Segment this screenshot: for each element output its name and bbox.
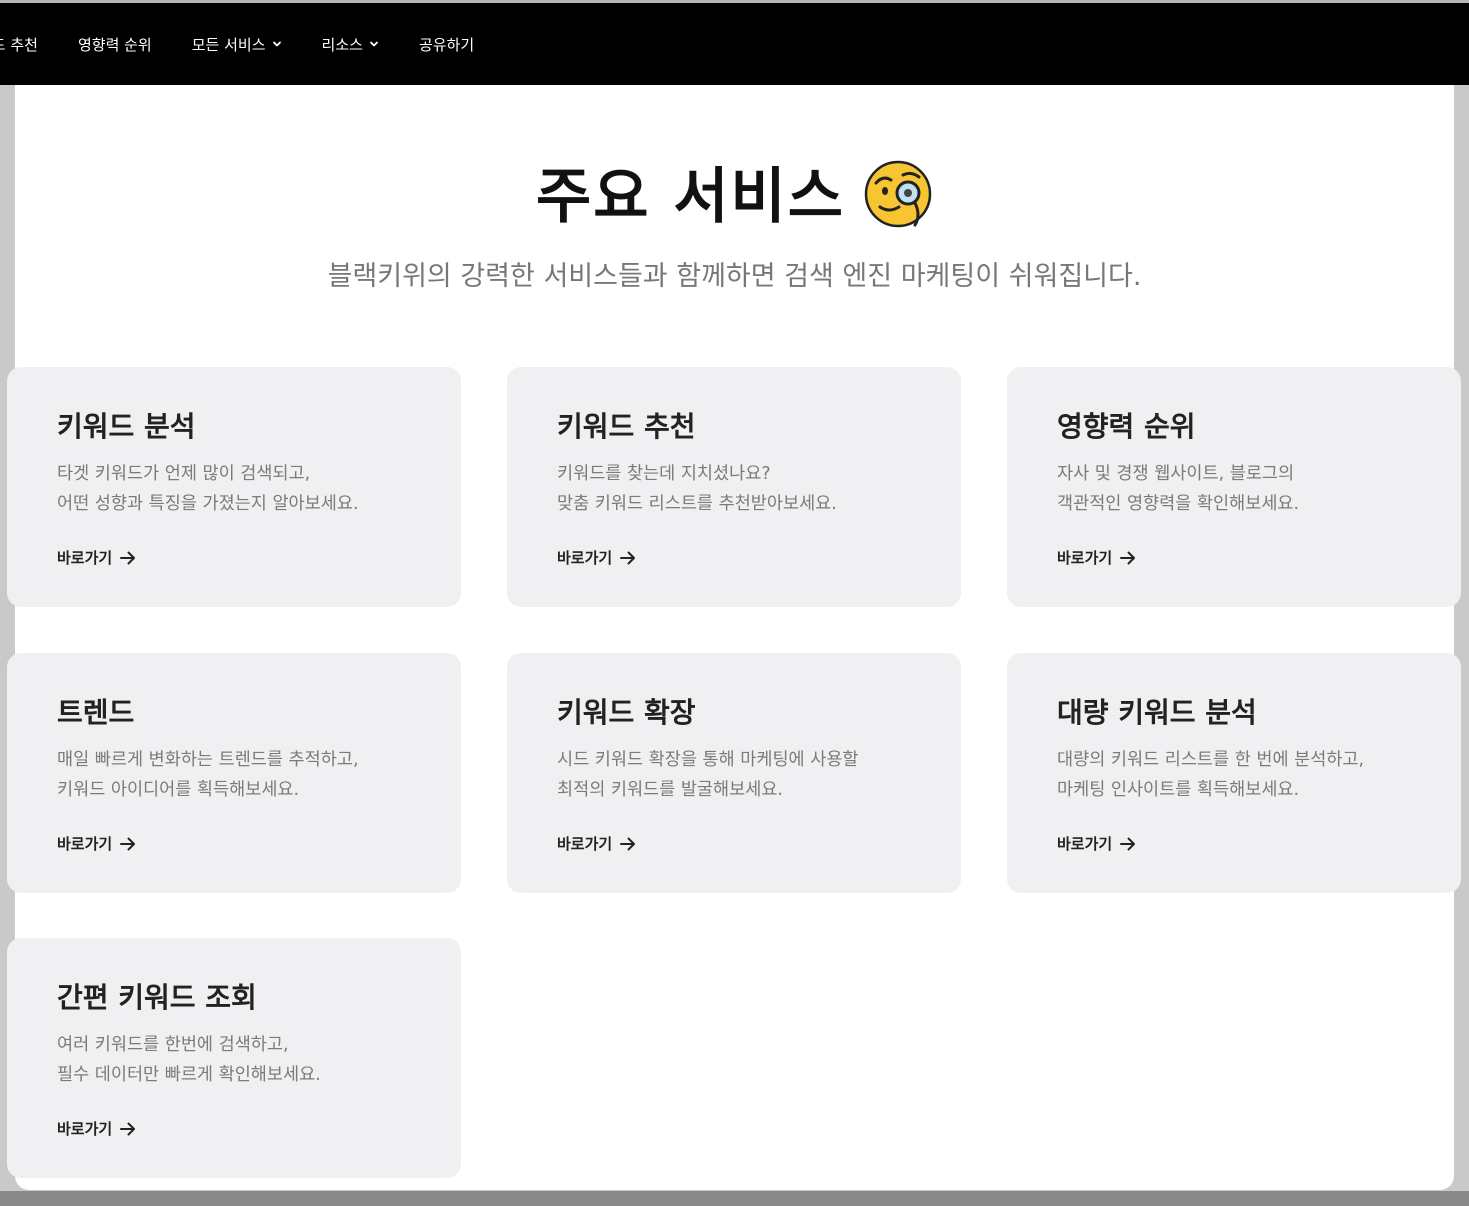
card-description: 자사 및 경쟁 웹사이트, 블로그의 객관적인 영향력을 확인해보세요. bbox=[1057, 464, 1300, 514]
nav-item-label: 모든 서비스 bbox=[191, 35, 266, 54]
bottom-edge bbox=[0, 1191, 1469, 1206]
go-link[interactable]: 바로가기 bbox=[57, 833, 136, 854]
nav-item-label: 영향력 순위 bbox=[77, 35, 152, 54]
card-title: 키워드 분석 bbox=[57, 410, 196, 443]
nav-item-all-services[interactable]: 모든 서비스 bbox=[192, 34, 282, 55]
card-description: 여러 키워드를 한번에 검색하고, 필수 데이터만 빠르게 확인해보세요. bbox=[57, 1035, 321, 1085]
nav-item-label: 리소스 bbox=[321, 35, 363, 54]
go-link-label: 바로가기 bbox=[57, 1120, 113, 1138]
go-link[interactable]: 바로가기 bbox=[557, 833, 636, 854]
go-link[interactable]: 바로가기 bbox=[57, 1118, 136, 1139]
section-title-text: 주요 서비스 bbox=[536, 162, 845, 232]
nav-item-share[interactable]: 공유하기 bbox=[419, 34, 474, 55]
card-description: 대량의 키워드 리스트를 한 번에 분석하고, 마케팅 인사이트를 획득해보세요… bbox=[1057, 750, 1365, 800]
card-title: 트렌드 bbox=[57, 696, 135, 729]
go-link-label: 바로가기 bbox=[557, 835, 613, 853]
card-title: 영향력 순위 bbox=[1057, 410, 1196, 443]
go-link-label: 바로가기 bbox=[557, 549, 613, 567]
nav-item-label: 워드 추천 bbox=[0, 35, 38, 54]
service-card-influence-rank[interactable]: 영향력 순위 자사 및 경쟁 웹사이트, 블로그의 객관적인 영향력을 확인해보… bbox=[1007, 367, 1461, 607]
card-title: 간편 키워드 조회 bbox=[57, 981, 257, 1014]
chevron-down-icon bbox=[272, 41, 281, 47]
arrow-right-icon bbox=[1120, 837, 1136, 850]
service-card-keyword-analysis[interactable]: 키워드 분석 타겟 키워드가 언제 많이 검색되고, 어떤 성향과 특징을 가졌… bbox=[7, 367, 461, 607]
service-card-quick-keyword-lookup[interactable]: 간편 키워드 조회 여러 키워드를 한번에 검색하고, 필수 데이터만 빠르게 … bbox=[7, 938, 461, 1178]
arrow-right-icon bbox=[120, 1122, 136, 1135]
arrow-right-icon bbox=[620, 837, 636, 850]
nav-menu: 워드 추천 영향력 순위 모든 서비스 리소스 공유하기 bbox=[0, 3, 514, 85]
section-title: 주요 서비스 bbox=[0, 148, 1469, 235]
go-link[interactable]: 바로가기 bbox=[1057, 547, 1136, 568]
arrow-right-icon bbox=[120, 551, 136, 564]
card-title: 키워드 확장 bbox=[557, 696, 696, 729]
card-description: 매일 빠르게 변화하는 트렌드를 추적하고, 키워드 아이디어를 획득해보세요. bbox=[57, 750, 359, 800]
nav-item-label: 공유하기 bbox=[418, 35, 475, 54]
nav-item-resources[interactable]: 리소스 bbox=[322, 34, 379, 55]
card-description: 타겟 키워드가 언제 많이 검색되고, 어떤 성향과 특징을 가졌는지 알아보세… bbox=[57, 464, 359, 514]
face-with-monocle-icon bbox=[863, 159, 933, 229]
chevron-down-icon bbox=[370, 41, 378, 47]
go-link[interactable]: 바로가기 bbox=[557, 547, 636, 568]
arrow-right-icon bbox=[620, 551, 636, 564]
arrow-right-icon bbox=[120, 837, 136, 850]
nav-item-keyword-recommend[interactable]: 워드 추천 bbox=[0, 34, 38, 55]
service-card-keyword-recommend[interactable]: 키워드 추천 키워드를 찾는데 지치셨나요? 맞춤 키워드 리스트를 추천받아보… bbox=[507, 367, 961, 607]
go-link-label: 바로가기 bbox=[1057, 835, 1113, 853]
go-link-label: 바로가기 bbox=[1057, 549, 1113, 567]
service-card-bulk-keyword-analysis[interactable]: 대량 키워드 분석 대량의 키워드 리스트를 한 번에 분석하고, 마케팅 인사… bbox=[1007, 653, 1461, 893]
arrow-right-icon bbox=[1120, 551, 1136, 564]
card-title: 키워드 추천 bbox=[557, 410, 696, 443]
go-link[interactable]: 바로가기 bbox=[57, 547, 136, 568]
top-navigation-bar: 워드 추천 영향력 순위 모든 서비스 리소스 공유하기 bbox=[0, 0, 1469, 85]
go-link-label: 바로가기 bbox=[57, 835, 113, 853]
card-description: 시드 키워드 확장을 통해 마케팅에 사용할 최적의 키워드를 발굴해보세요. bbox=[557, 750, 859, 800]
go-link-label: 바로가기 bbox=[57, 549, 113, 567]
section-subtitle: 블랙키위의 강력한 서비스들과 함께하면 검색 엔진 마케팅이 쉬워집니다. bbox=[327, 261, 1142, 292]
nav-item-influence-rank[interactable]: 영향력 순위 bbox=[78, 34, 152, 55]
card-description: 키워드를 찾는데 지치셨나요? 맞춤 키워드 리스트를 추천받아보세요. bbox=[557, 464, 837, 514]
service-card-trend[interactable]: 트렌드 매일 빠르게 변화하는 트렌드를 추적하고, 키워드 아이디어를 획득해… bbox=[7, 653, 461, 893]
card-title: 대량 키워드 분석 bbox=[1057, 696, 1257, 729]
service-card-keyword-expand[interactable]: 키워드 확장 시드 키워드 확장을 통해 마케팅에 사용할 최적의 키워드를 발… bbox=[507, 653, 961, 893]
go-link[interactable]: 바로가기 bbox=[1057, 833, 1136, 854]
